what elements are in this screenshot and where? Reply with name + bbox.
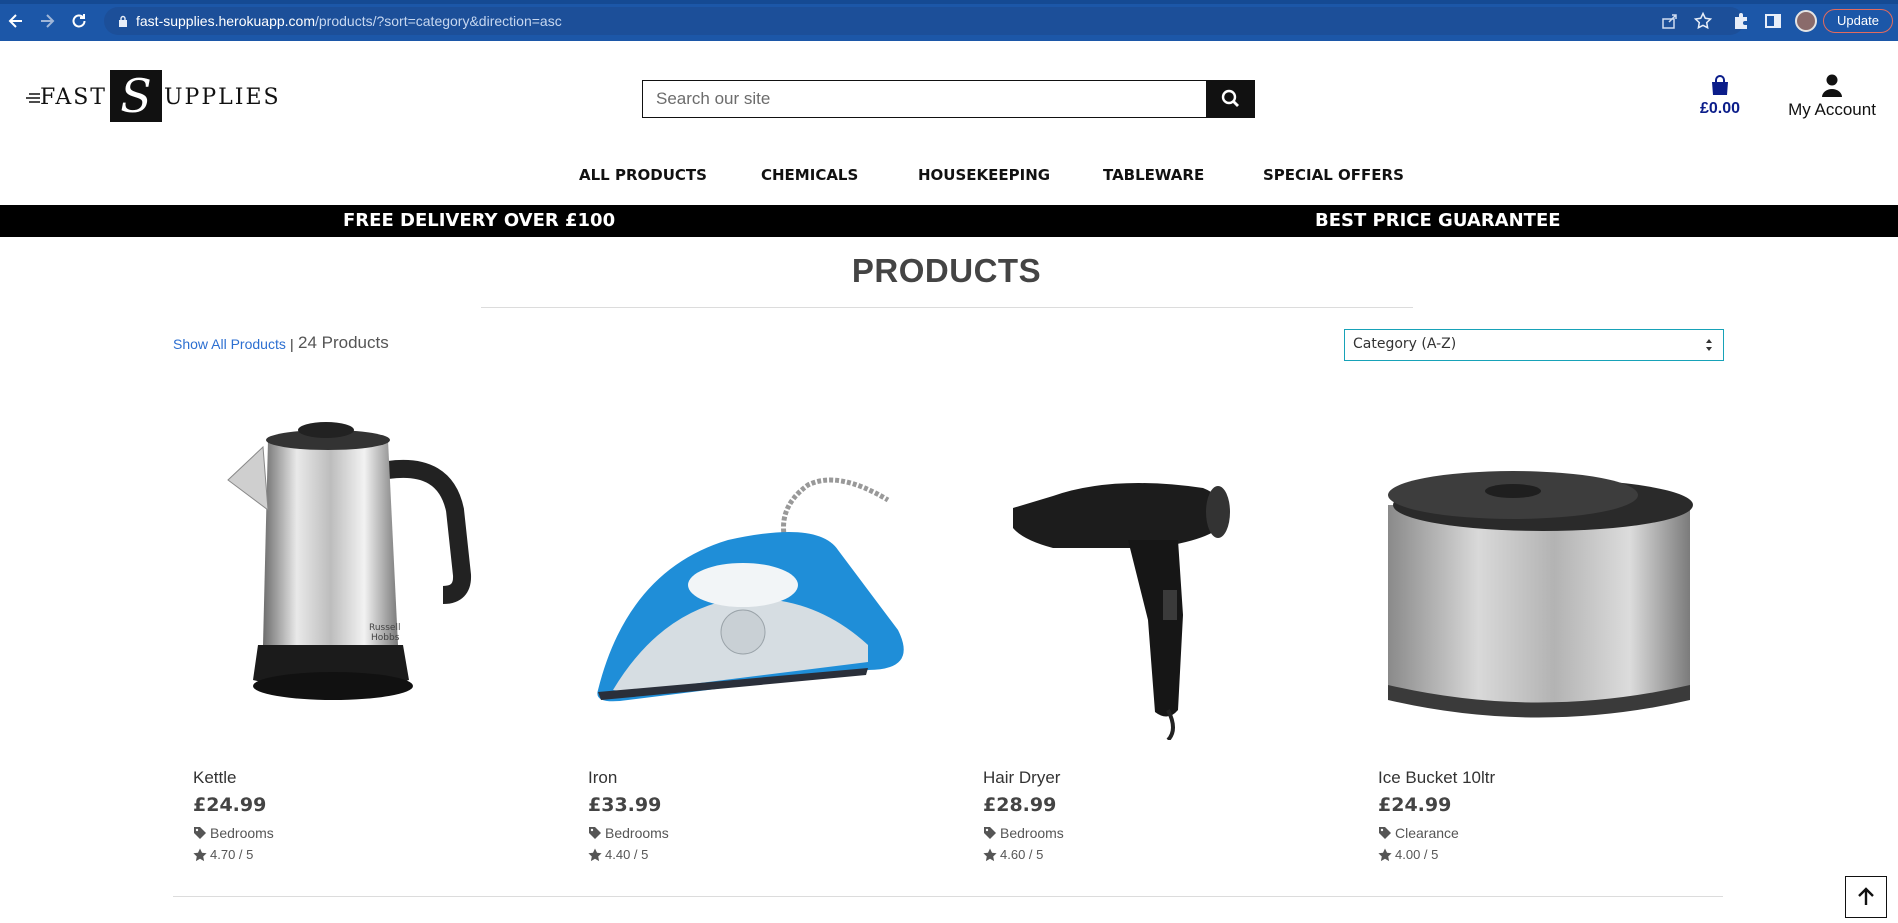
speed-lines-icon — [26, 93, 40, 103]
tab-strip-edge — [0, 0, 1898, 4]
url-host: fast-supplies.herokuapp.com — [136, 13, 315, 29]
cart-total: £0.00 — [1699, 100, 1741, 117]
product-count: 24 Products — [298, 333, 389, 352]
logo-text-fast: FAST — [40, 85, 107, 110]
promo-banner: FREE DELIVERY OVER £100 BEST PRICE GUARA… — [0, 205, 1898, 237]
tag-icon — [589, 827, 601, 839]
profile-avatar[interactable] — [1795, 10, 1817, 32]
tag-icon — [1379, 827, 1391, 839]
product-card[interactable]: Iron £33.99 Bedrooms 4.40 / 5 — [568, 400, 953, 870]
nav-chemicals[interactable]: CHEMICALS — [761, 166, 858, 184]
back-icon[interactable] — [6, 11, 26, 31]
product-rating-value: 4.00 / 5 — [1395, 847, 1439, 862]
update-button[interactable]: Update — [1823, 9, 1893, 33]
account-link[interactable]: My Account — [1782, 74, 1882, 120]
kettle-image[interactable]: Russell Hobbs — [173, 400, 558, 740]
back-to-top-button[interactable] — [1845, 876, 1887, 918]
hair-dryer-image[interactable] — [963, 400, 1348, 740]
logo-text-supplies: UPPLIES — [164, 85, 281, 110]
address-bar[interactable]: fast-supplies.herokuapp.com/products/?so… — [104, 7, 1744, 35]
cart-link[interactable]: £0.00 — [1690, 74, 1750, 120]
search-icon — [1221, 89, 1239, 107]
product-rating: 4.40 / 5 — [588, 847, 648, 863]
product-name[interactable]: Hair Dryer — [983, 768, 1060, 788]
product-name[interactable]: Ice Bucket 10ltr — [1378, 768, 1495, 788]
star-rating-icon — [1378, 848, 1392, 862]
star-rating-icon — [193, 848, 207, 862]
product-rating-value: 4.60 / 5 — [1000, 847, 1044, 862]
browser-toolbar: fast-supplies.herokuapp.com/products/?so… — [0, 0, 1898, 41]
account-label: My Account — [1788, 100, 1876, 119]
logo-mark: S — [110, 70, 162, 122]
forward-icon[interactable] — [37, 11, 57, 31]
lock-icon[interactable] — [118, 15, 128, 27]
product-category-link[interactable]: Bedrooms — [588, 825, 669, 841]
products-divider — [173, 896, 1723, 897]
product-rating-value: 4.40 / 5 — [605, 847, 649, 862]
iron-image[interactable] — [568, 400, 953, 740]
select-arrows-icon — [1706, 339, 1712, 351]
search-form — [642, 80, 1255, 118]
url-text: fast-supplies.herokuapp.com/products/?so… — [136, 13, 562, 29]
nav-special-offers[interactable]: SPECIAL OFFERS — [1263, 166, 1404, 184]
product-name[interactable]: Kettle — [193, 768, 236, 788]
banner-best-price: BEST PRICE GUARANTEE — [1315, 210, 1561, 231]
ice-bucket-image[interactable] — [1358, 400, 1743, 740]
tag-icon — [984, 827, 996, 839]
search-button[interactable] — [1206, 80, 1255, 118]
reload-icon[interactable] — [69, 11, 89, 31]
svg-text:Russell: Russell — [369, 623, 400, 633]
product-category: Bedrooms — [1000, 825, 1064, 841]
nav-housekeeping[interactable]: HOUSEKEEPING — [918, 166, 1050, 184]
product-price: £24.99 — [1378, 794, 1452, 816]
product-category: Bedrooms — [605, 825, 669, 841]
product-rating-value: 4.70 / 5 — [210, 847, 254, 862]
product-category-link[interactable]: Bedrooms — [193, 825, 274, 841]
sort-select[interactable]: Category (A-Z) — [1344, 329, 1724, 361]
product-category-link[interactable]: Clearance — [1378, 825, 1459, 841]
sort-selected-value: Category (A-Z) — [1353, 336, 1457, 352]
product-rating: 4.70 / 5 — [193, 847, 253, 863]
user-icon — [1822, 74, 1842, 97]
svg-text:Hobbs: Hobbs — [371, 633, 400, 643]
product-price: £24.99 — [193, 794, 267, 816]
separator: | — [290, 336, 294, 352]
product-category: Bedrooms — [210, 825, 274, 841]
title-divider — [481, 307, 1413, 308]
product-category-link[interactable]: Bedrooms — [983, 825, 1064, 841]
site-logo[interactable]: FAST S UPPLIES — [26, 68, 279, 124]
product-price: £28.99 — [983, 794, 1057, 816]
page-title: PRODUCTS — [851, 252, 1042, 289]
product-rating: 4.00 / 5 — [1378, 847, 1438, 863]
share-icon[interactable] — [1660, 11, 1680, 31]
tag-icon — [194, 827, 206, 839]
url-path: /products/?sort=category&direction=asc — [315, 13, 562, 29]
product-rating: 4.60 / 5 — [983, 847, 1043, 863]
product-card[interactable]: Ice Bucket 10ltr £24.99 Clearance 4.00 /… — [1358, 400, 1743, 870]
sidepanel-icon[interactable] — [1763, 11, 1783, 31]
arrow-up-icon — [1858, 887, 1874, 905]
search-input[interactable] — [643, 81, 1205, 117]
extensions-icon[interactable] — [1731, 11, 1751, 31]
product-category: Clearance — [1395, 825, 1459, 841]
nav-tableware[interactable]: TABLEWARE — [1103, 166, 1204, 184]
star-rating-icon — [588, 848, 602, 862]
star-rating-icon — [983, 848, 997, 862]
product-price: £33.99 — [588, 794, 662, 816]
nav-all-products[interactable]: ALL PRODUCTS — [579, 166, 707, 184]
show-all-products-link[interactable]: Show All Products — [173, 336, 286, 352]
star-icon[interactable] — [1693, 11, 1713, 31]
shopping-bag-icon — [1712, 75, 1728, 95]
product-card[interactable]: Hair Dryer £28.99 Bedrooms 4.60 / 5 — [963, 400, 1348, 870]
product-card[interactable]: Russell Hobbs Kettle £24.99 Bedrooms 4.7… — [173, 400, 558, 870]
product-name[interactable]: Iron — [588, 768, 617, 788]
banner-free-delivery: FREE DELIVERY OVER £100 — [343, 210, 616, 231]
